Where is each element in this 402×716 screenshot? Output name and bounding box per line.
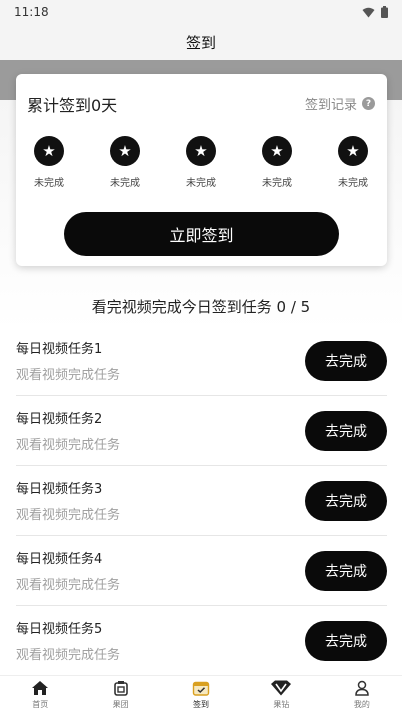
battery-icon [381, 6, 388, 18]
tab-label: 我的 [353, 700, 370, 709]
tasks-heading: 看完视频完成今日签到任务 0 / 5 [91, 298, 311, 316]
bottom-tabbar: 首页 果团 签到 果钻 我的 [0, 675, 402, 716]
task-row: 每日视频任务3 观看视频完成任务 去完成 [16, 466, 387, 536]
task-go-button[interactable]: 去完成 [305, 341, 387, 381]
day-status: 未完成 [186, 178, 216, 189]
checkin-now-button[interactable]: 立即签到 [64, 212, 339, 256]
task-desc: 观看视频完成任务 [16, 648, 121, 663]
task-go-button[interactable]: 去完成 [305, 481, 387, 521]
calendar-check-icon [192, 681, 210, 696]
task-name: 每日视频任务5 [16, 622, 103, 637]
tab-label: 签到 [193, 700, 210, 709]
checkin-day-1: ★ 未完成 [24, 136, 74, 189]
group-icon [113, 681, 128, 696]
tab-home[interactable]: 首页 [0, 676, 80, 716]
task-row: 每日视频任务4 观看视频完成任务 去完成 [16, 536, 387, 606]
day-status: 未完成 [110, 178, 140, 189]
home-icon [32, 681, 49, 695]
task-row: 每日视频任务5 观看视频完成任务 去完成 [16, 606, 387, 676]
task-desc: 观看视频完成任务 [16, 578, 121, 593]
wifi-icon [362, 7, 375, 17]
star-icon: ★ [186, 136, 216, 166]
diamond-icon [271, 680, 292, 696]
tab-group[interactable]: 果团 [80, 676, 160, 716]
checkin-record-label: 签到记录 [304, 98, 357, 113]
day-status: 未完成 [338, 178, 368, 189]
task-row: 每日视频任务1 观看视频完成任务 去完成 [16, 326, 387, 396]
checkin-days: ★ 未完成 ★ 未完成 ★ 未完成 ★ 未完成 ★ 未完成 [16, 136, 387, 196]
tab-label: 首页 [32, 700, 49, 709]
page-title: 签到 [185, 33, 216, 52]
status-time: 11:18 [14, 5, 49, 19]
day-status: 未完成 [262, 178, 292, 189]
checkin-total-days: 累计签到0天 [27, 96, 118, 115]
page-header: 签到 [0, 24, 402, 60]
star-icon: ★ [110, 136, 140, 166]
tab-label: 果钻 [273, 700, 290, 709]
checkin-day-3: ★ 未完成 [176, 136, 226, 189]
task-go-button[interactable]: 去完成 [305, 411, 387, 451]
user-icon [355, 680, 369, 696]
star-icon: ★ [338, 136, 368, 166]
task-row: 每日视频任务2 观看视频完成任务 去完成 [16, 396, 387, 466]
task-desc: 观看视频完成任务 [16, 508, 121, 523]
task-name: 每日视频任务4 [16, 552, 103, 567]
task-name: 每日视频任务2 [16, 412, 103, 427]
task-name: 每日视频任务3 [16, 482, 103, 497]
help-icon: ? [362, 97, 375, 110]
tab-diamond[interactable]: 果钻 [241, 676, 321, 716]
tab-label: 果团 [112, 700, 129, 709]
task-desc: 观看视频完成任务 [16, 368, 121, 383]
star-icon: ★ [34, 136, 64, 166]
day-status: 未完成 [34, 178, 64, 189]
task-desc: 观看视频完成任务 [16, 438, 121, 453]
tab-mine[interactable]: 我的 [322, 676, 402, 716]
task-go-button[interactable]: 去完成 [305, 551, 387, 591]
task-name: 每日视频任务1 [16, 342, 103, 357]
checkin-day-2: ★ 未完成 [100, 136, 150, 189]
tab-checkin[interactable]: 签到 [161, 676, 241, 716]
star-icon: ★ [262, 136, 292, 166]
status-bar: 11:18 [0, 0, 402, 24]
checkin-record-link[interactable]: 签到记录 ? [305, 94, 375, 113]
task-go-button[interactable]: 去完成 [305, 621, 387, 661]
checkin-day-4: ★ 未完成 [252, 136, 302, 189]
checkin-card: 累计签到0天 签到记录 ? ★ 未完成 ★ 未完成 ★ 未完成 ★ 未完成 ★ … [16, 74, 387, 266]
checkin-day-5: ★ 未完成 [328, 136, 378, 189]
status-icons [362, 6, 388, 18]
